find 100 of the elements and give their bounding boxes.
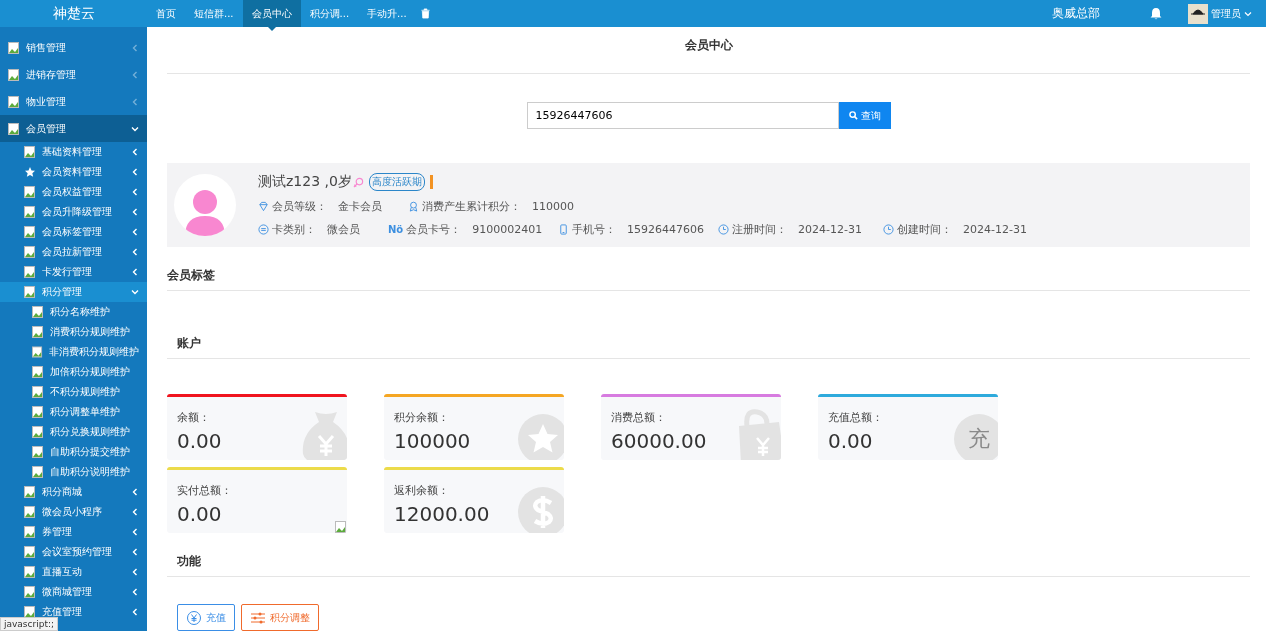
sidebar-item[interactable]: 消费积分规则维护: [0, 322, 147, 342]
broken-image-icon: [24, 246, 36, 258]
chevron-left-icon: [131, 608, 139, 616]
sidebar-item[interactable]: 进销存管理: [0, 61, 147, 88]
activity-tag: 高度活跃期: [368, 173, 425, 191]
broken-image-icon: [24, 606, 36, 618]
chevron-down-icon: [131, 288, 139, 296]
field-value: 15926447606: [627, 223, 704, 236]
broken-image-icon: [24, 206, 36, 218]
phone-icon: [558, 224, 569, 235]
field-label: 注册时间：: [732, 222, 787, 237]
chevron-left-icon: [131, 488, 139, 496]
chevron-left-icon: [131, 97, 139, 106]
sidebar-item[interactable]: 会员升降级管理: [0, 202, 147, 222]
chevron-left-icon: [131, 588, 139, 596]
search-field[interactable]: 15926447606: [526, 102, 839, 129]
sidebar-item[interactable]: 自助积分提交维护: [0, 442, 147, 462]
sidebar-item[interactable]: 会员权益管理: [0, 182, 147, 202]
chevron-left-icon: [131, 208, 139, 216]
user-name: 管理员: [1211, 6, 1241, 21]
stat-label: 积分余额：: [394, 410, 450, 425]
sidebar-item[interactable]: 积分管理: [0, 282, 147, 302]
sidebar-item[interactable]: 微商城管理: [0, 582, 147, 602]
sidebar-item[interactable]: 积分调整单维护: [0, 402, 147, 422]
field-value: 2024-12-31: [963, 223, 1027, 236]
sidebar-item[interactable]: 自助积分说明维护: [0, 462, 147, 482]
sidebar-item[interactable]: 不积分规则维护: [0, 382, 147, 402]
sidebar-item[interactable]: 基础资料管理: [0, 142, 147, 162]
sidebar-item[interactable]: 会员资料管理: [0, 162, 147, 182]
section-title: 功能: [167, 553, 1250, 577]
sidebar-item[interactable]: 非消费积分规则维护: [0, 342, 147, 362]
broken-image-icon: [32, 306, 44, 318]
sidebar-item[interactable]: 会议室预约管理: [0, 542, 147, 562]
chevron-left-icon: [131, 168, 139, 176]
award-icon: [408, 201, 419, 212]
chevron-down-icon: [131, 124, 139, 133]
sidebar-item[interactable]: 积分名称维护: [0, 302, 147, 322]
nav-tab[interactable]: 手动升...: [358, 0, 416, 27]
stat-label: 消费总额：: [611, 410, 667, 425]
bell-icon[interactable]: [1150, 7, 1162, 20]
sidebar-item[interactable]: 加倍积分规则维护: [0, 362, 147, 382]
marker-bar: [429, 175, 433, 189]
sidebar-item[interactable]: 积分商城: [0, 482, 147, 502]
field-label: 会员卡号：: [406, 222, 462, 237]
status-bar: javascript:;: [0, 617, 58, 631]
stat-value: 100000: [394, 429, 471, 453]
search-button[interactable]: 查询: [838, 102, 891, 129]
sidebar-item[interactable]: 会员管理: [0, 115, 147, 142]
chevron-left-icon: [131, 248, 139, 256]
page-title: 会员中心: [167, 27, 1250, 74]
sidebar-item[interactable]: 积分兑换规则维护: [0, 422, 147, 442]
nav-tab[interactable]: 首页: [147, 0, 185, 27]
broken-image-icon: [8, 68, 20, 81]
female-icon: [352, 176, 364, 188]
trash-icon[interactable]: [419, 8, 431, 19]
sliders-icon: [250, 611, 266, 624]
broken-image-icon: [8, 41, 20, 54]
action-button[interactable]: 充值: [177, 604, 235, 631]
stat-label: 返利余额：: [394, 483, 450, 498]
recharge-icon: 充: [954, 414, 998, 460]
stat-value: 0.00: [177, 429, 222, 453]
broken-image-icon: [32, 446, 44, 458]
sidebar-item[interactable]: 微会员小程序: [0, 502, 147, 522]
clock-icon: [883, 224, 894, 235]
broken-image-icon: [24, 186, 36, 198]
broken-image-icon: [32, 346, 43, 358]
field-value: 9100002401: [472, 223, 543, 236]
stat-label: 实付总额：: [177, 483, 233, 498]
broken-image-icon: [24, 586, 36, 598]
yen-circle-icon: [186, 609, 202, 626]
sidebar-item[interactable]: 物业管理: [0, 88, 147, 115]
section-title: 账户: [167, 335, 1250, 359]
nav-tab[interactable]: 积分调...: [300, 0, 359, 27]
field-value: 微会员: [327, 222, 360, 237]
field-label: 会员等级：: [272, 199, 327, 214]
broken-image-icon: [24, 266, 36, 278]
chevron-left-icon: [131, 568, 139, 576]
broken-image-icon: [24, 506, 36, 518]
chevron-left-icon: [131, 70, 139, 79]
user-menu[interactable]: 管理员: [1168, 0, 1252, 27]
broken-image-icon: [24, 526, 36, 538]
action-button[interactable]: 积分调整: [241, 604, 319, 631]
sidebar-item[interactable]: 会员标签管理: [0, 222, 147, 242]
broken-image-icon: [24, 546, 36, 558]
nav-tab[interactable]: 短信群...: [185, 0, 243, 27]
chevron-left-icon: [131, 148, 139, 156]
field-label: 卡类别：: [272, 222, 316, 237]
sidebar-item[interactable]: 券管理: [0, 522, 147, 542]
sidebar-item[interactable]: 销售管理: [0, 34, 147, 61]
chevron-left-icon: [131, 548, 139, 556]
search-icon: [848, 111, 858, 120]
field-value: 金卡会员: [338, 199, 382, 214]
sidebar-item[interactable]: 卡发行管理: [0, 262, 147, 282]
sidebar-item[interactable]: 会员拉新管理: [0, 242, 147, 262]
sidebar-item[interactable]: 直播互动: [0, 562, 147, 582]
chevron-left-icon: [131, 228, 139, 236]
avatar-icon: [1188, 3, 1208, 24]
organization-name: 奥威总部: [1052, 5, 1100, 22]
broken-image-icon: [24, 566, 36, 578]
broken-image-icon: [8, 122, 20, 135]
